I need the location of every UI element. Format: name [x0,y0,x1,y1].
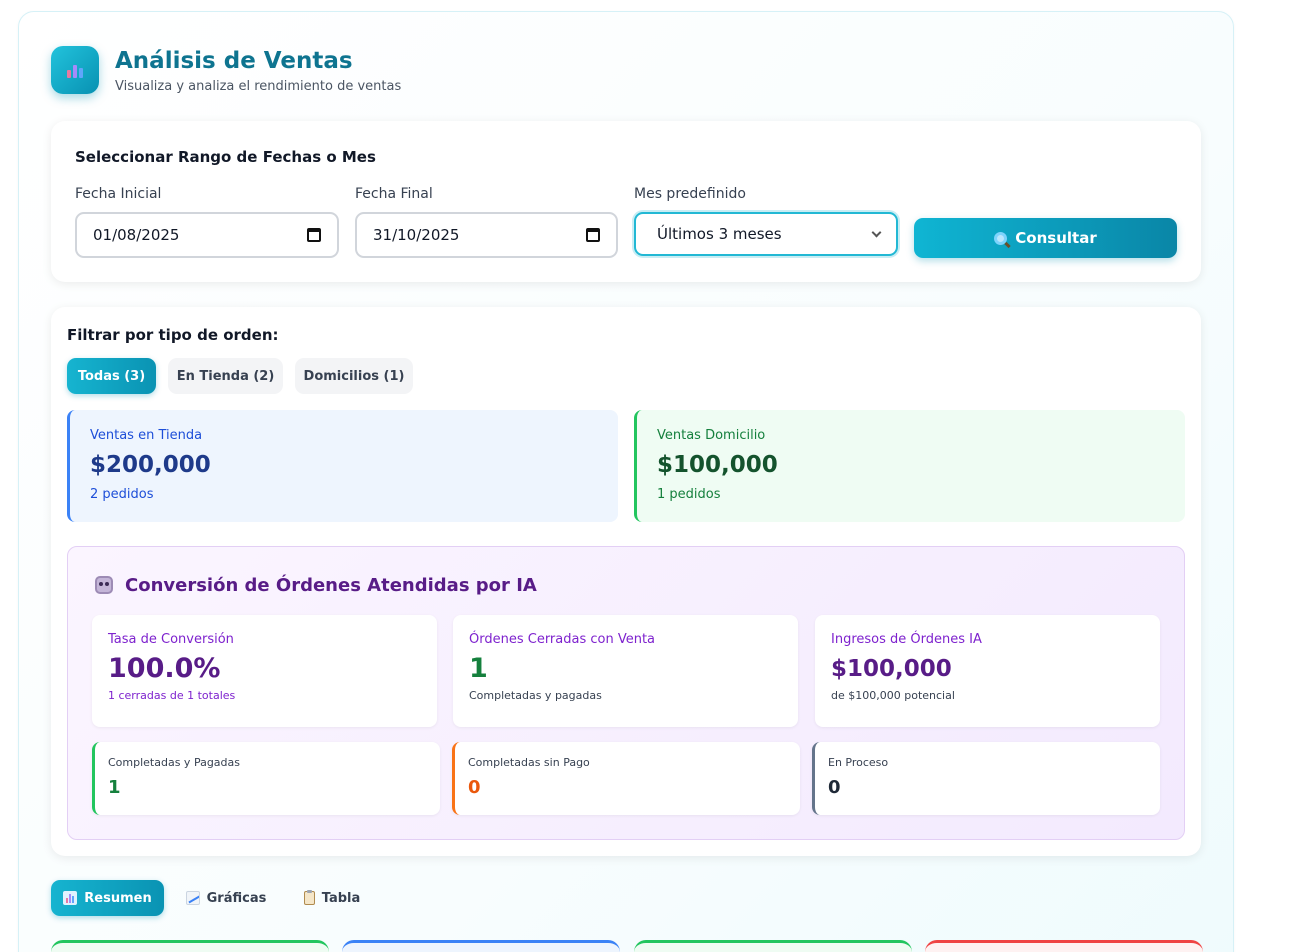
filter-pill-todas[interactable]: Todas (3) [67,358,156,394]
status-in-process-card: En Proceso 0 [812,742,1160,815]
status-unpaid-value: 0 [468,777,481,798]
filter-pill-domicilios[interactable]: Domicilios (1) [295,358,413,394]
closed-orders-value: 1 [469,653,488,684]
filter-pill-en-tienda[interactable]: En Tienda (2) [168,358,283,394]
delivery-sales-label: Ventas Domicilio [657,428,766,443]
conversion-rate-sub: 1 cerradas de 1 totales [108,689,236,702]
consult-button[interactable]: Consultar [914,218,1177,258]
ia-revenue-sub: de $100,000 potencial [831,689,955,702]
ia-revenue-value: $100,000 [831,656,952,682]
store-sales-label: Ventas en Tienda [90,428,203,443]
preset-month-value: Últimos 3 meses [657,225,782,243]
ia-revenue-card: Ingresos de Órdenes IA $100,000 de $100,… [815,615,1160,727]
status-paid-label: Completadas y Pagadas [108,756,240,769]
ia-revenue-label: Ingresos de Órdenes IA [831,632,982,647]
page-subtitle: Visualiza y analiza el rendimiento de ve… [115,79,402,94]
closed-orders-card: Órdenes Cerradas con Venta 1 Completadas… [453,615,798,727]
summary-card [634,940,912,952]
preset-month-label: Mes predefinido [634,186,746,202]
status-in-process-value: 0 [828,777,841,798]
start-date-input[interactable]: 01/08/2025 [75,212,339,258]
end-date-input[interactable]: 31/10/2025 [355,212,618,258]
chevron-down-icon [871,227,882,237]
tab-tabla-label: Tabla [321,890,361,906]
start-date-value: 01/08/2025 [93,226,180,244]
summary-card [51,940,329,952]
store-sales-value: $200,000 [90,452,211,478]
tab-graficas[interactable]: Gráficas [180,880,272,916]
delivery-sales-orders: 1 pedidos [657,487,721,502]
bar-chart-icon [63,891,78,905]
ia-conversion-title: Conversión de Órdenes Atendidas por IA [125,575,537,596]
magnifier-icon [994,231,1008,245]
robot-icon [95,576,113,594]
conversion-rate-value: 100.0% [108,653,221,684]
tab-graficas-label: Gráficas [206,890,267,906]
clipboard-icon [303,890,315,905]
calendar-icon[interactable] [307,228,321,242]
date-range-title: Seleccionar Rango de Fechas o Mes [75,148,376,166]
closed-orders-sub: Completadas y pagadas [469,689,602,702]
consult-button-label: Consultar [1015,229,1097,247]
tab-resumen-label: Resumen [84,890,152,906]
end-date-label: Fecha Final [355,186,433,202]
closed-orders-label: Órdenes Cerradas con Venta [469,632,656,647]
store-sales-orders: 2 pedidos [90,487,154,502]
status-paid-value: 1 [108,777,121,798]
end-date-value: 31/10/2025 [373,226,460,244]
status-in-process-label: En Proceso [828,756,889,769]
summary-card [925,940,1203,952]
store-sales-card: Ventas en Tienda $200,000 2 pedidos [67,410,618,522]
status-paid-card: Completadas y Pagadas 1 [92,742,440,815]
conversion-rate-card: Tasa de Conversión 100.0% 1 cerradas de … [92,615,437,727]
summary-card [342,940,620,952]
delivery-sales-value: $100,000 [657,452,778,478]
conversion-rate-label: Tasa de Conversión [108,632,234,647]
filter-title: Filtrar por tipo de orden: [67,326,279,344]
calendar-icon[interactable] [586,228,600,242]
page-title: Análisis de Ventas [115,48,353,74]
status-unpaid-label: Completadas sin Pago [468,756,590,769]
status-unpaid-card: Completadas sin Pago 0 [452,742,800,815]
tab-resumen[interactable]: Resumen [51,880,164,916]
preset-month-select[interactable]: Últimos 3 meses [634,212,898,256]
tab-tabla[interactable]: Tabla [296,880,368,916]
line-chart-icon [185,891,200,905]
bar-chart-icon [51,46,99,94]
delivery-sales-card: Ventas Domicilio $100,000 1 pedidos [634,410,1185,522]
start-date-label: Fecha Inicial [75,186,162,202]
